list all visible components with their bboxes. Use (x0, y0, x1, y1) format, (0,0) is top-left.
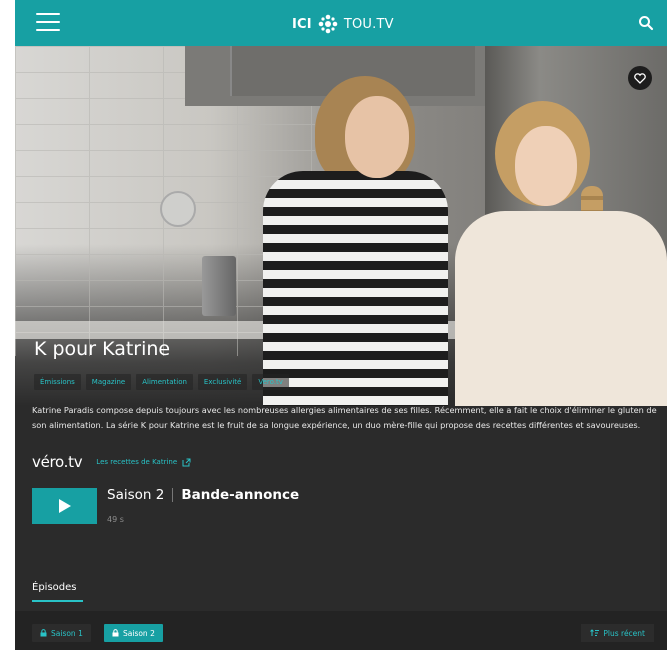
season-1-button[interactable]: Saison 1 (32, 624, 91, 642)
tag-exclusivite[interactable]: Exclusivité (197, 374, 248, 390)
tab-episodes[interactable]: Épisodes (32, 582, 83, 602)
sort-icon (590, 629, 600, 636)
logo-toutv-text: TOU.TV (343, 16, 394, 32)
tag-verotv[interactable]: Vero.tv (252, 374, 289, 390)
trailer-title: Bande-annonce (181, 487, 300, 503)
sort-button[interactable]: Plus récent (581, 624, 654, 642)
lock-icon (112, 629, 119, 637)
separator (172, 488, 174, 502)
person-right-face (515, 126, 577, 206)
tag-emissions[interactable]: Émissions (34, 374, 81, 390)
vero-tv-logo[interactable]: véro.tv (32, 453, 83, 471)
tab-episodes-label: Épisodes (32, 582, 77, 593)
person-right-sweater (455, 211, 667, 406)
play-trailer-button[interactable] (32, 488, 97, 524)
person-left-face (345, 96, 409, 178)
favorite-button[interactable] (628, 66, 652, 90)
recipes-link[interactable]: Les recettes de Katrine (96, 458, 191, 467)
search-icon[interactable] (637, 14, 655, 32)
show-description: Katrine Paradis compose depuis toujours … (32, 405, 657, 430)
tag-alimentation[interactable]: Alimentation (136, 374, 193, 390)
ici-toutv-logo[interactable]: ICI TOU.TV (292, 13, 394, 35)
app-frame: ICI TOU.TV K pour Katrine Émissions Maga… (15, 0, 667, 650)
hamburger-icon[interactable] (36, 13, 60, 33)
lock-icon (40, 629, 47, 637)
person-left-striped-shirt (263, 171, 448, 406)
trailer-season: Saison 2 (107, 487, 165, 503)
season-1-label: Saison 1 (51, 628, 83, 638)
tag-magazine[interactable]: Magazine (85, 374, 132, 390)
trailer-label: Saison 2 Bande-annonce (107, 487, 299, 503)
utensil-jar (202, 256, 236, 316)
sort-label: Plus récent (603, 628, 645, 638)
tab-active-indicator (32, 600, 83, 602)
brand-row: véro.tv Les recettes de Katrine (32, 453, 191, 471)
show-title: K pour Katrine (34, 338, 171, 360)
kitchen-plate (160, 191, 196, 227)
season-2-button[interactable]: Saison 2 (104, 624, 163, 642)
season-2-label: Saison 2 (123, 628, 155, 638)
external-link-icon (182, 458, 191, 466)
radio-canada-gem-icon (318, 14, 338, 34)
logo-ici-text: ICI (292, 16, 312, 32)
heart-icon (634, 72, 646, 84)
play-icon (58, 499, 71, 513)
top-bar: ICI TOU.TV (15, 0, 667, 46)
genre-tags: Émissions Magazine Alimentation Exclusiv… (34, 374, 289, 390)
recipes-link-label: Les recettes de Katrine (96, 458, 178, 466)
trailer-duration: 49 s (107, 515, 124, 524)
